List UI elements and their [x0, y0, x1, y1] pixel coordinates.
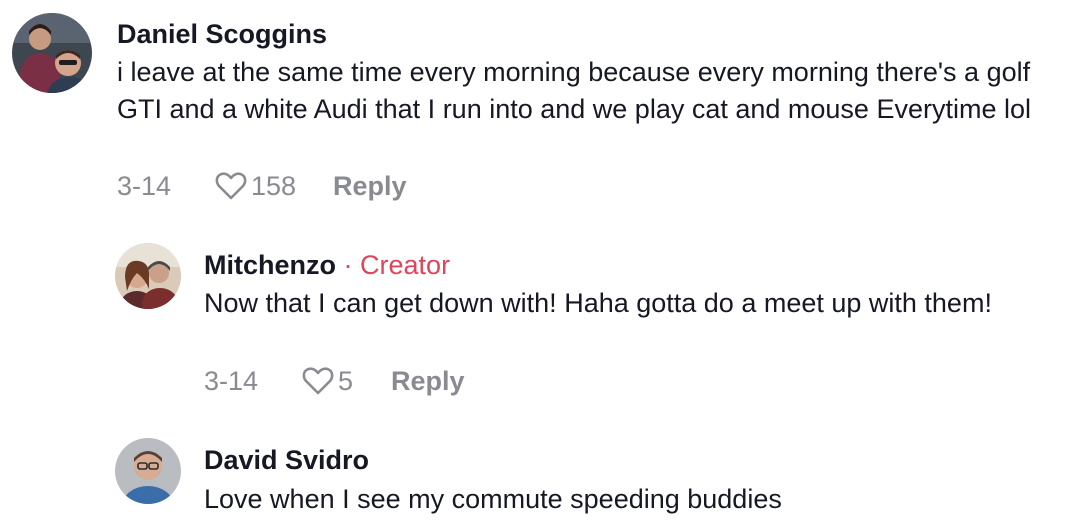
avatar[interactable]: [12, 13, 92, 93]
creator-badge: Creator: [360, 250, 451, 280]
comment-author[interactable]: David Svidro: [204, 445, 369, 475]
like-count: 158: [251, 171, 297, 201]
comment-item: Daniel Scoggins i leave at the same time…: [0, 0, 1066, 215]
comment-meta: 3-14 158 Reply: [117, 171, 517, 201]
comment-text: Love when I see my commute speeding budd…: [204, 484, 782, 514]
like-button[interactable]: 5: [302, 366, 353, 396]
comment-text: Now that I can get down with! Haha gotta…: [204, 288, 992, 318]
comment-author[interactable]: Daniel Scoggins: [117, 19, 327, 49]
avatar[interactable]: [115, 438, 181, 504]
heart-icon: [215, 172, 247, 200]
reply-button[interactable]: Reply: [391, 366, 465, 396]
comment-date: 3-14: [117, 171, 172, 201]
comment-meta: 3-14 5 Reply: [204, 366, 604, 396]
reply-item: David Svidro Love when I see my commute …: [0, 415, 1066, 524]
avatar[interactable]: [115, 243, 181, 309]
comment-text: i leave at the same time every morning b…: [117, 57, 1031, 124]
comment-author-row: Mitchenzo · Creator: [204, 250, 450, 280]
comment-author[interactable]: Mitchenzo: [204, 250, 336, 280]
badge-separator: ·: [343, 250, 353, 280]
reply-button[interactable]: Reply: [333, 171, 407, 201]
heart-icon: [302, 367, 334, 395]
profile-photo-icon: [115, 438, 181, 504]
profile-photo-icon: [12, 13, 92, 93]
like-button[interactable]: 158: [215, 171, 296, 201]
reply-item: Mitchenzo · Creator Now that I can get d…: [0, 215, 1066, 415]
comment-date: 3-14: [204, 366, 259, 396]
like-count: 5: [338, 366, 354, 396]
profile-photo-icon: [115, 243, 181, 309]
